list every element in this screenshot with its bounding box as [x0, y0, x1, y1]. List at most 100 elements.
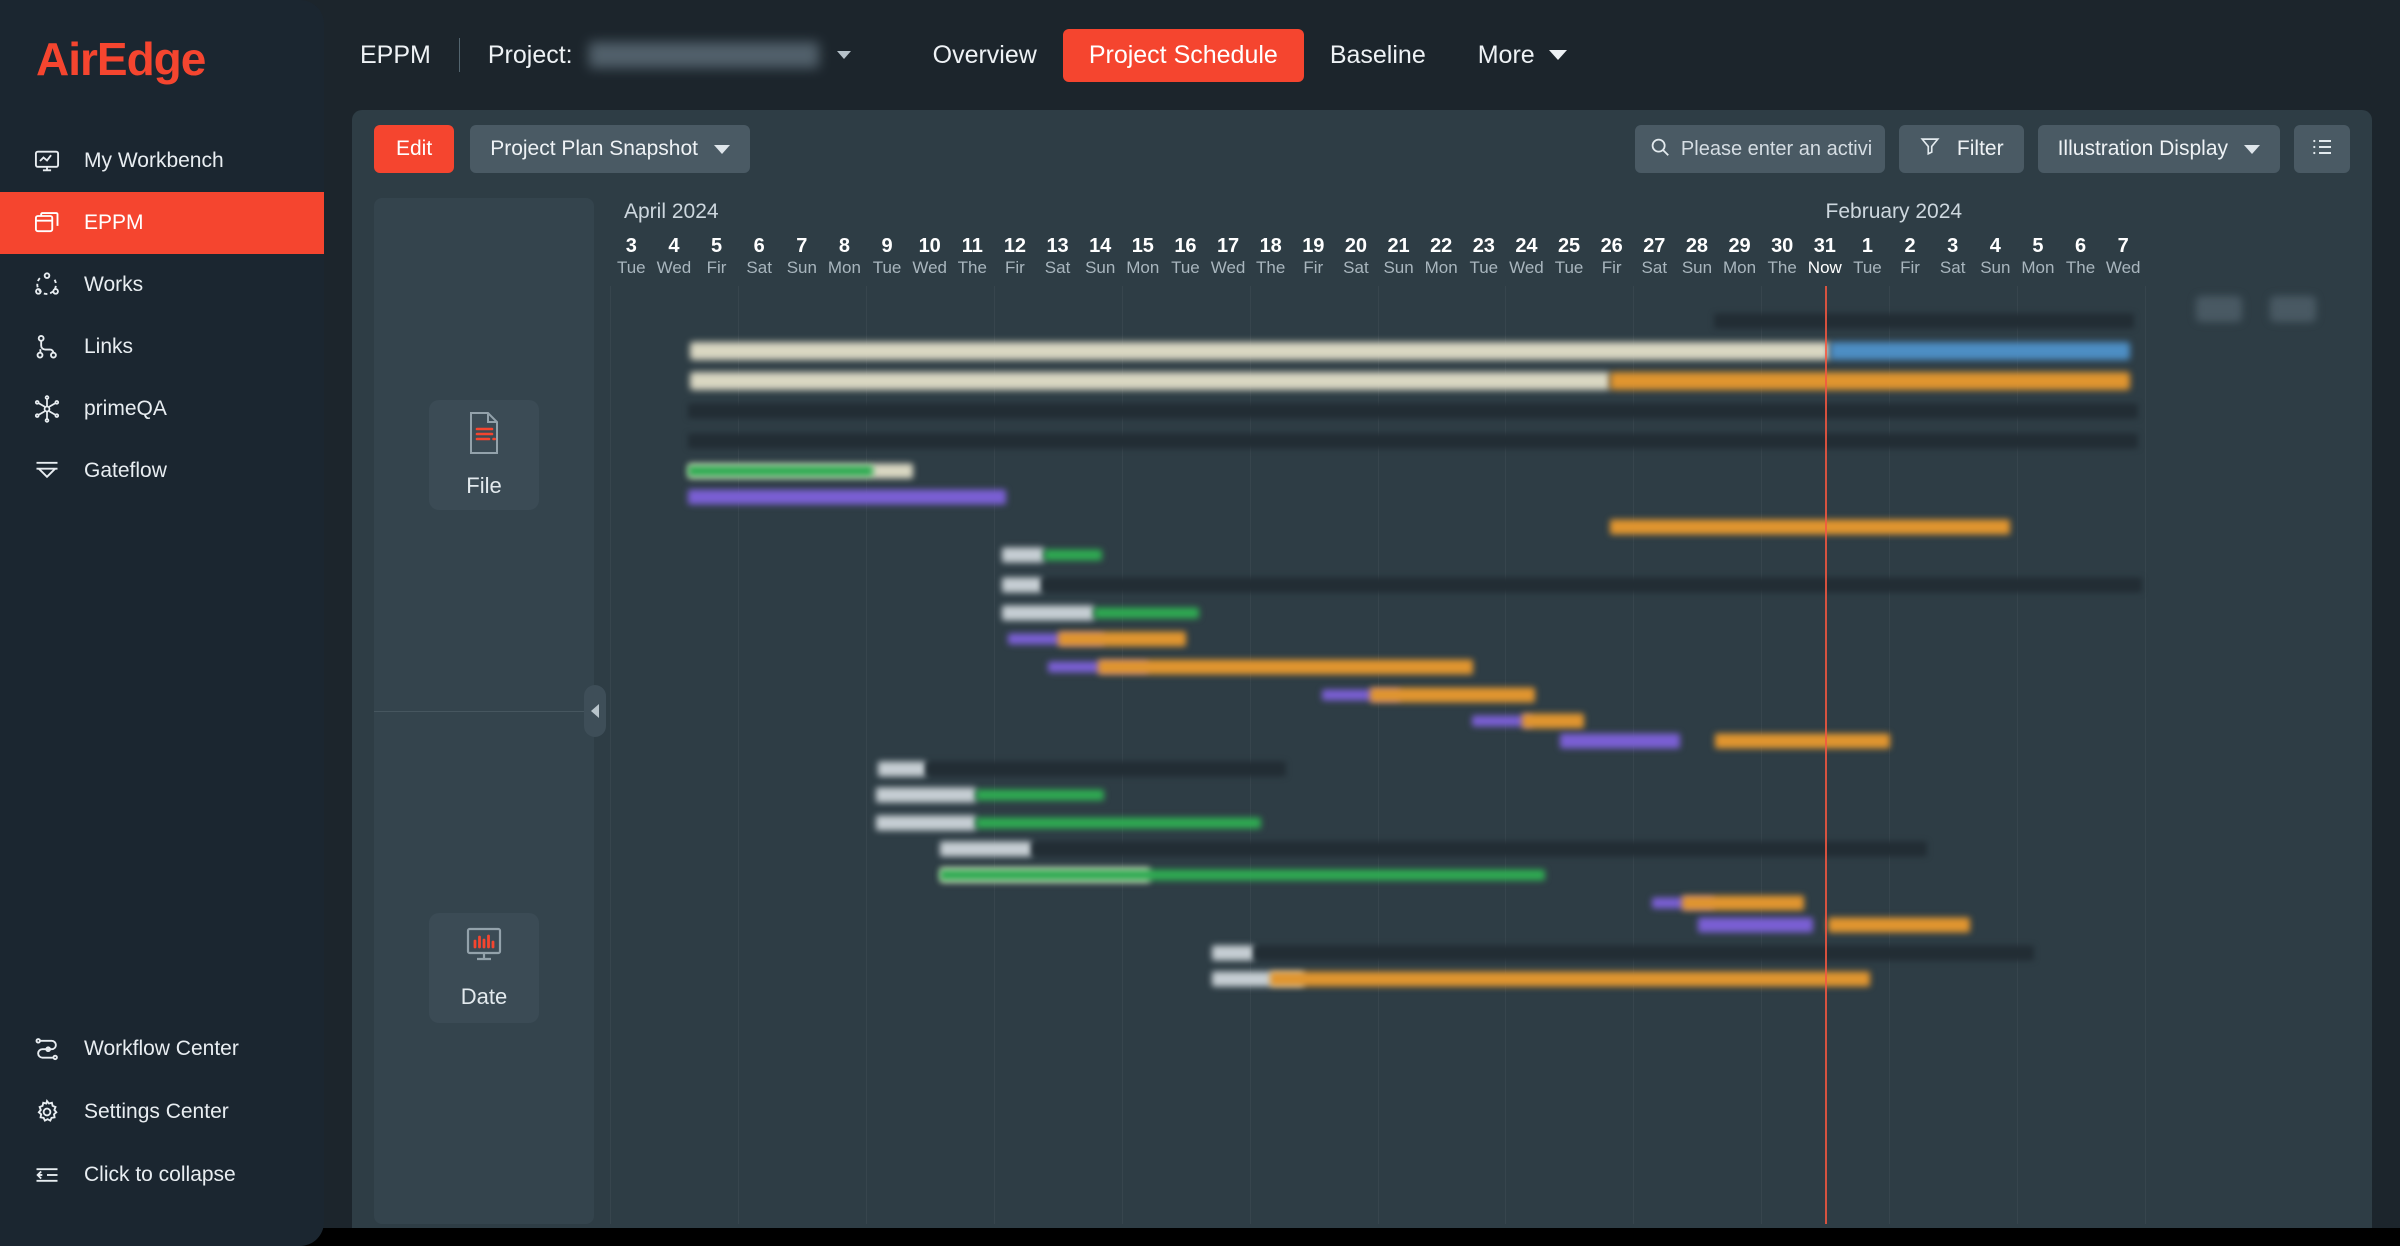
gantt-day[interactable]: 9 Tue: [866, 234, 909, 286]
gantt-task-label[interactable]: [1002, 577, 1042, 593]
gantt-day[interactable]: 4 Wed: [653, 234, 696, 286]
gantt-day[interactable]: 18 The: [1249, 234, 1292, 286]
gantt-summary-track[interactable]: [1254, 945, 2034, 961]
gantt-task-bar[interactable]: [1044, 549, 1102, 561]
gantt-row[interactable]: [610, 336, 2362, 366]
gantt-task-bar[interactable]: [1682, 895, 1804, 911]
sidebar-item-links[interactable]: Links: [0, 316, 324, 378]
gantt-day[interactable]: 24 Wed: [1505, 234, 1548, 286]
gantt-task-bar[interactable]: [1610, 372, 2130, 390]
gantt-day[interactable]: 6 Sat: [738, 234, 781, 286]
gantt-task-bar[interactable]: [1698, 917, 1813, 933]
tab-overview[interactable]: Overview: [907, 29, 1063, 82]
gantt-task-label[interactable]: [878, 761, 926, 777]
gantt-summary-track[interactable]: [688, 433, 2138, 449]
gantt-day[interactable]: 16 Tue: [1164, 234, 1207, 286]
file-card[interactable]: File: [429, 399, 539, 510]
gantt-row[interactable]: [610, 860, 2362, 890]
gantt-day[interactable]: 8 Mon: [823, 234, 866, 286]
gantt-summary-track[interactable]: [688, 403, 2138, 419]
gantt-day[interactable]: 2 Fir: [1889, 234, 1932, 286]
gantt-day[interactable]: 6 The: [2059, 234, 2102, 286]
gantt-row[interactable]: [610, 426, 2362, 456]
gantt-day[interactable]: 20 Sat: [1335, 234, 1378, 286]
gantt-task-bar[interactable]: [688, 465, 873, 477]
search-box[interactable]: [1634, 125, 1885, 173]
gantt-day[interactable]: 3 Sat: [1931, 234, 1974, 286]
project-selector[interactable]: Project:: [488, 41, 851, 70]
list-view-button[interactable]: [2294, 125, 2350, 173]
gantt-task-label[interactable]: [876, 815, 976, 831]
gantt-day[interactable]: 19 Fir: [1292, 234, 1335, 286]
gantt-task-bar[interactable]: [688, 489, 1006, 505]
gantt-task-bar[interactable]: [940, 869, 1545, 881]
gantt-row[interactable]: [610, 482, 2362, 512]
gantt-task-bar[interactable]: [690, 372, 1610, 390]
gantt-task-bar[interactable]: [1094, 607, 1199, 619]
gantt-day[interactable]: 28 Sun: [1676, 234, 1719, 286]
gantt-task-bar[interactable]: [1715, 733, 1890, 749]
gantt-day[interactable]: 7 Sun: [781, 234, 824, 286]
sidebar-item-gateflow[interactable]: Gateflow: [0, 440, 324, 502]
chart-action-button-1[interactable]: [2196, 296, 2242, 322]
tab-more[interactable]: More: [1452, 29, 1593, 82]
gantt-day[interactable]: 17 Wed: [1207, 234, 1250, 286]
gantt-task-bar[interactable]: [1830, 342, 2130, 360]
gantt-summary-track[interactable]: [926, 761, 1286, 777]
gantt-row[interactable]: [610, 366, 2362, 396]
gantt-day[interactable]: 21 Sun: [1377, 234, 1420, 286]
gantt-task-label[interactable]: [1212, 945, 1254, 961]
gantt-day[interactable]: 23 Tue: [1463, 234, 1506, 286]
edit-button[interactable]: Edit: [374, 125, 455, 173]
gantt-day[interactable]: 15 Mon: [1122, 234, 1165, 286]
gantt-summary-track[interactable]: [1032, 841, 1927, 857]
gantt-task-bar[interactable]: [1370, 687, 1535, 703]
gantt-task-bar[interactable]: [1058, 631, 1186, 647]
snapshot-dropdown[interactable]: Project Plan Snapshot: [470, 125, 750, 173]
tab-baseline[interactable]: Baseline: [1304, 29, 1452, 82]
gantt-task-bar[interactable]: [1098, 659, 1473, 675]
gantt-day[interactable]: 13 Sat: [1036, 234, 1079, 286]
sidebar-item-workflow-center[interactable]: Workflow Center: [0, 1017, 324, 1080]
gantt-row[interactable]: [610, 652, 2362, 682]
sidebar-item-primeqa[interactable]: primeQA: [0, 378, 324, 440]
gantt-day[interactable]: 11 The: [951, 234, 994, 286]
filter-button[interactable]: Filter: [1898, 125, 2024, 173]
gantt-task-label[interactable]: [940, 841, 1032, 857]
gantt-day[interactable]: 22 Mon: [1420, 234, 1463, 286]
gantt-day[interactable]: 3 Tue: [610, 234, 653, 286]
gantt-day[interactable]: 5 Mon: [2017, 234, 2060, 286]
gantt-day[interactable]: 27 Sat: [1633, 234, 1676, 286]
gantt-summary-track[interactable]: [1042, 577, 2142, 593]
gantt-row[interactable]: [610, 306, 2362, 336]
gantt-row[interactable]: [610, 396, 2362, 426]
gantt-day[interactable]: 30 The: [1761, 234, 1804, 286]
gantt-task-bar[interactable]: [1610, 519, 2010, 535]
gantt-day[interactable]: 4 Sun: [1974, 234, 2017, 286]
gantt-task-label[interactable]: [876, 787, 976, 803]
gantt-row[interactable]: [610, 910, 2362, 940]
gantt-day[interactable]: 1 Tue: [1846, 234, 1889, 286]
gantt-task-bar[interactable]: [1560, 733, 1680, 749]
gantt-day[interactable]: 25 Tue: [1548, 234, 1591, 286]
gantt-day[interactable]: 7 Wed: [2102, 234, 2145, 286]
date-card[interactable]: Date: [429, 912, 539, 1023]
gantt-row[interactable]: [610, 964, 2362, 994]
panel-collapse-handle[interactable]: [584, 685, 606, 737]
chart-action-button-2[interactable]: [2270, 296, 2316, 322]
gantt-task-bar[interactable]: [976, 817, 1261, 829]
sidebar-collapse-button[interactable]: Click to collapse: [0, 1143, 324, 1206]
gantt-day[interactable]: 12 Fir: [994, 234, 1037, 286]
illustration-display-dropdown[interactable]: Illustration Display: [2037, 125, 2280, 173]
search-input[interactable]: [1680, 137, 1871, 161]
gantt-task-bar[interactable]: [976, 789, 1104, 801]
sidebar-item-works[interactable]: Works: [0, 254, 324, 316]
sidebar-item-eppm[interactable]: EPPM: [0, 192, 324, 254]
gantt-row[interactable]: [610, 726, 2362, 756]
tab-project-schedule[interactable]: Project Schedule: [1062, 28, 1304, 82]
sidebar-item-settings-center[interactable]: Settings Center: [0, 1080, 324, 1143]
gantt-task-label[interactable]: [1002, 605, 1094, 621]
gantt-task-label[interactable]: [1002, 547, 1044, 563]
gantt-row[interactable]: [610, 624, 2362, 654]
sidebar-item-my-workbench[interactable]: My Workbench: [0, 130, 324, 192]
